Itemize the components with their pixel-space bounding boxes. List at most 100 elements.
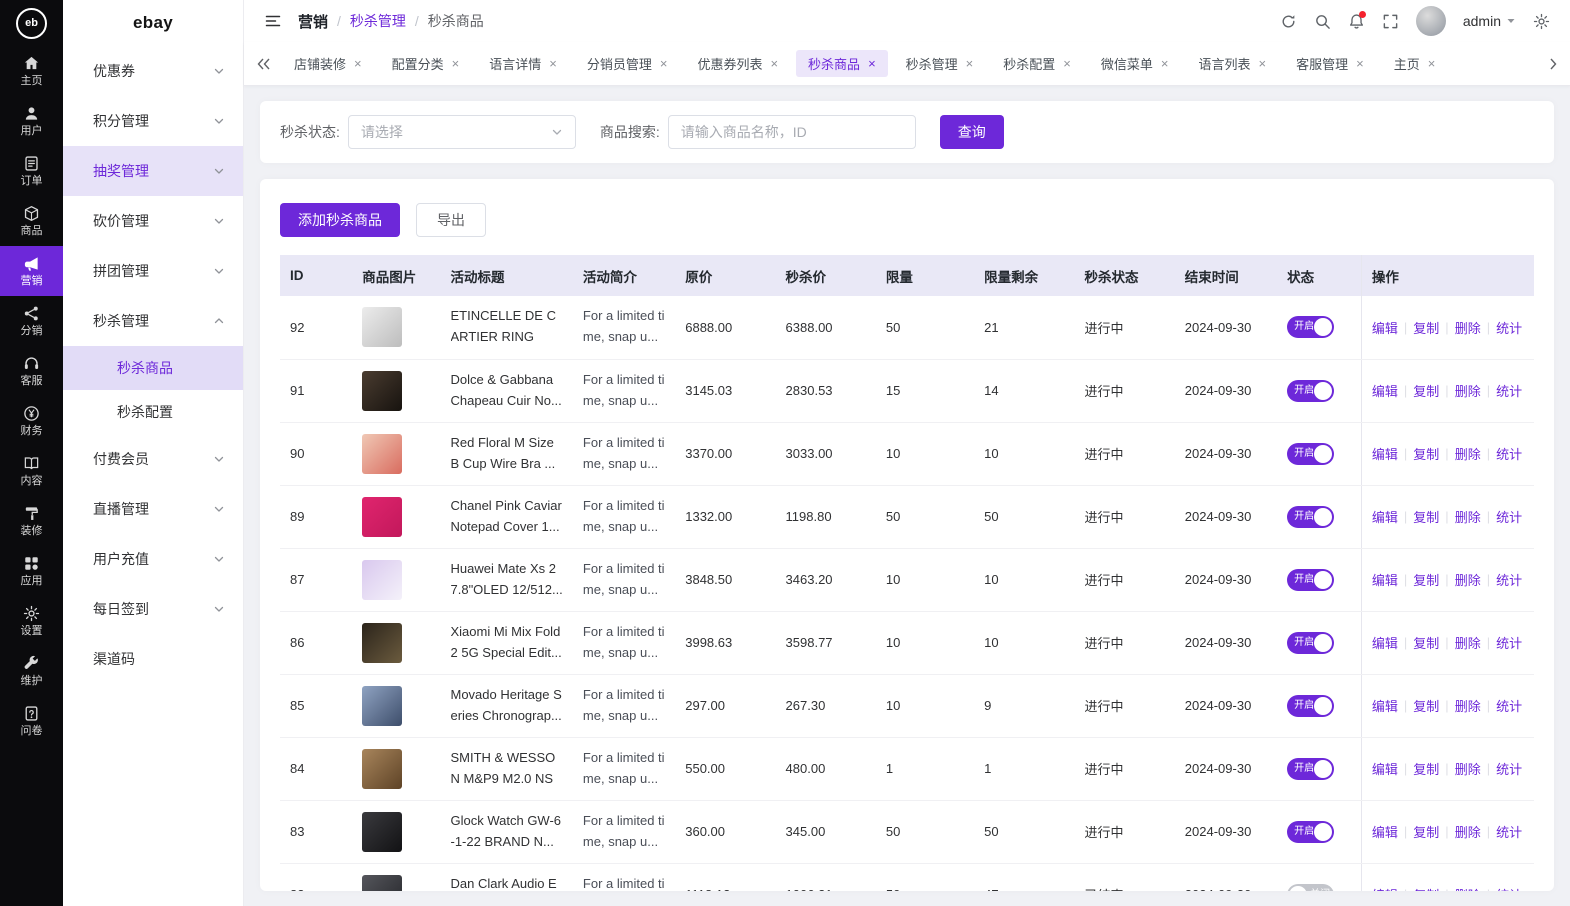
- status-toggle[interactable]: 开启: [1287, 380, 1334, 402]
- close-icon[interactable]: ×: [660, 57, 668, 70]
- rail-item-distribution[interactable]: 分销: [0, 296, 63, 346]
- edit-link[interactable]: 编辑: [1372, 822, 1398, 841]
- rail-item-settings[interactable]: 设置: [0, 596, 63, 646]
- status-toggle[interactable]: 开启: [1287, 316, 1334, 338]
- tab-item[interactable]: 店铺装修×: [282, 50, 374, 77]
- stats-link[interactable]: 统计: [1496, 885, 1522, 891]
- delete-link[interactable]: 删除: [1455, 444, 1481, 463]
- rail-item-survey[interactable]: 问卷: [0, 696, 63, 746]
- close-icon[interactable]: ×: [1063, 57, 1071, 70]
- tab-item[interactable]: 语言列表×: [1186, 50, 1278, 77]
- stats-link[interactable]: 统计: [1496, 318, 1522, 337]
- add-seckill-product-button[interactable]: 添加秒杀商品: [280, 203, 400, 237]
- product-image[interactable]: [362, 307, 402, 347]
- copy-link[interactable]: 复制: [1413, 759, 1439, 778]
- copy-link[interactable]: 复制: [1413, 444, 1439, 463]
- sidebar-item-paid-member[interactable]: 付费会员: [63, 434, 243, 484]
- edit-link[interactable]: 编辑: [1372, 696, 1398, 715]
- status-toggle[interactable]: 开启: [1287, 695, 1334, 717]
- copy-link[interactable]: 复制: [1413, 381, 1439, 400]
- delete-link[interactable]: 删除: [1455, 759, 1481, 778]
- copy-link[interactable]: 复制: [1413, 885, 1439, 891]
- stats-link[interactable]: 统计: [1496, 759, 1522, 778]
- rail-item-home[interactable]: 主页: [0, 46, 63, 96]
- product-image[interactable]: [362, 497, 402, 537]
- copy-link[interactable]: 复制: [1413, 507, 1439, 526]
- product-image[interactable]: [362, 812, 402, 852]
- edit-link[interactable]: 编辑: [1372, 444, 1398, 463]
- rail-item-finance[interactable]: 财务: [0, 396, 63, 446]
- sidebar-item-bargain[interactable]: 砍价管理: [63, 196, 243, 246]
- delete-link[interactable]: 删除: [1455, 696, 1481, 715]
- rail-item-content[interactable]: 内容: [0, 446, 63, 496]
- delete-link[interactable]: 删除: [1455, 507, 1481, 526]
- copy-link[interactable]: 复制: [1413, 822, 1439, 841]
- close-icon[interactable]: ×: [549, 57, 557, 70]
- close-icon[interactable]: ×: [1161, 57, 1169, 70]
- tab-item[interactable]: 客服管理×: [1284, 50, 1376, 77]
- seckill-status-select[interactable]: 请选择: [348, 115, 576, 149]
- product-image[interactable]: [362, 623, 402, 663]
- sidebar-item-coupon[interactable]: 优惠券: [63, 46, 243, 96]
- close-icon[interactable]: ×: [770, 57, 778, 70]
- stats-link[interactable]: 统计: [1496, 633, 1522, 652]
- status-toggle[interactable]: 开启: [1287, 443, 1334, 465]
- fullscreen-icon[interactable]: [1382, 13, 1399, 30]
- delete-link[interactable]: 删除: [1455, 822, 1481, 841]
- sidebar-item-live[interactable]: 直播管理: [63, 484, 243, 534]
- stats-link[interactable]: 统计: [1496, 570, 1522, 589]
- tab-item[interactable]: 配置分类×: [380, 50, 472, 77]
- edit-link[interactable]: 编辑: [1372, 507, 1398, 526]
- rail-item-user[interactable]: 用户: [0, 96, 63, 146]
- copy-link[interactable]: 复制: [1413, 696, 1439, 715]
- sidebar-item-points[interactable]: 积分管理: [63, 96, 243, 146]
- edit-link[interactable]: 编辑: [1372, 885, 1398, 891]
- tab-item[interactable]: 秒杀商品×: [796, 50, 888, 77]
- tab-item[interactable]: 秒杀管理×: [894, 50, 986, 77]
- stats-link[interactable]: 统计: [1496, 507, 1522, 526]
- fold-menu-icon[interactable]: [264, 12, 282, 30]
- edit-link[interactable]: 编辑: [1372, 570, 1398, 589]
- rail-item-decorate[interactable]: 装修: [0, 496, 63, 546]
- close-icon[interactable]: ×: [868, 57, 876, 70]
- product-image[interactable]: [362, 749, 402, 789]
- status-toggle[interactable]: 关闭: [1287, 884, 1334, 892]
- close-icon[interactable]: ×: [1259, 57, 1267, 70]
- sidebar-item-seckill[interactable]: 秒杀管理: [63, 296, 243, 346]
- sidebar-item-group-buy[interactable]: 拼团管理: [63, 246, 243, 296]
- export-button[interactable]: 导出: [416, 203, 486, 237]
- sidebar-item-recharge[interactable]: 用户充值: [63, 534, 243, 584]
- stats-link[interactable]: 统计: [1496, 696, 1522, 715]
- edit-link[interactable]: 编辑: [1372, 633, 1398, 652]
- tab-item[interactable]: 微信菜单×: [1089, 50, 1181, 77]
- notification-bell-icon[interactable]: [1348, 13, 1365, 30]
- product-image[interactable]: [362, 686, 402, 726]
- sidebar-item-seckill-goods[interactable]: 秒杀商品: [63, 346, 243, 390]
- rail-item-product[interactable]: 商品: [0, 196, 63, 246]
- status-toggle[interactable]: 开启: [1287, 758, 1334, 780]
- tab-item[interactable]: 优惠券列表×: [685, 50, 790, 77]
- status-toggle[interactable]: 开启: [1287, 632, 1334, 654]
- status-toggle[interactable]: 开启: [1287, 506, 1334, 528]
- sidebar-item-lottery[interactable]: 抽奖管理: [63, 146, 243, 196]
- product-image[interactable]: [362, 560, 402, 600]
- rail-item-maintain[interactable]: 维护: [0, 646, 63, 696]
- status-toggle[interactable]: 开启: [1287, 569, 1334, 591]
- rail-item-service[interactable]: 客服: [0, 346, 63, 396]
- rail-item-apps[interactable]: 应用: [0, 546, 63, 596]
- sidebar-item-channel-code[interactable]: 渠道码: [63, 634, 243, 684]
- delete-link[interactable]: 删除: [1455, 381, 1481, 400]
- sidebar-item-seckill-config[interactable]: 秒杀配置: [63, 390, 243, 434]
- refresh-icon[interactable]: [1280, 13, 1297, 30]
- breadcrumb-item[interactable]: 营销: [298, 11, 328, 32]
- tab-item[interactable]: 语言详情×: [477, 50, 569, 77]
- rail-item-order[interactable]: 订单: [0, 146, 63, 196]
- sidebar-item-daily-signin[interactable]: 每日签到: [63, 584, 243, 634]
- stats-link[interactable]: 统计: [1496, 381, 1522, 400]
- avatar[interactable]: [1416, 6, 1446, 36]
- tab-item[interactable]: 分销员管理×: [575, 50, 680, 77]
- tab-item[interactable]: 秒杀配置×: [991, 50, 1083, 77]
- product-image[interactable]: [362, 371, 402, 411]
- user-menu[interactable]: admin: [1463, 13, 1516, 29]
- copy-link[interactable]: 复制: [1413, 633, 1439, 652]
